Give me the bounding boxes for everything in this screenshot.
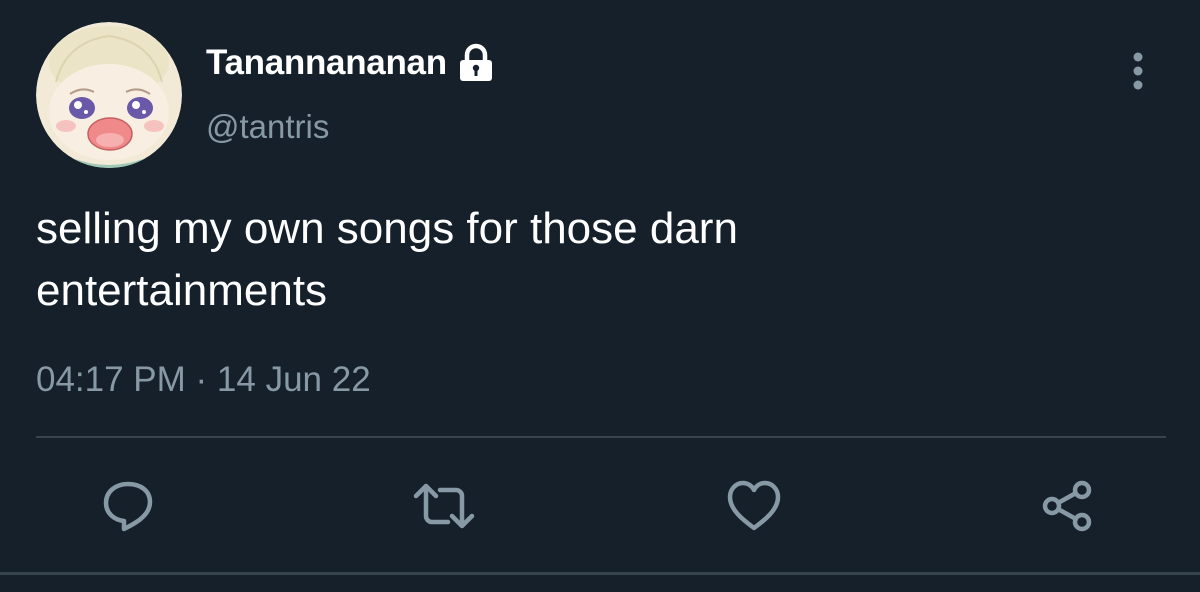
tweet-time: 04:17 PM	[36, 360, 186, 399]
tweet-date: 14 Jun 22	[216, 360, 371, 399]
tweet-text: selling my own songs for those darn ente…	[36, 198, 1156, 322]
lock-icon	[457, 43, 495, 83]
share-icon	[1042, 480, 1092, 532]
more-vertical-icon[interactable]	[1120, 48, 1156, 94]
user-handle[interactable]: @tantris	[206, 108, 329, 146]
share-button[interactable]	[1040, 478, 1096, 534]
retweet-button[interactable]	[412, 478, 475, 534]
like-button[interactable]	[726, 478, 782, 534]
retweet-icon	[413, 483, 475, 529]
reply-icon	[103, 481, 153, 532]
heart-icon	[727, 480, 781, 531]
avatar[interactable]	[36, 22, 182, 168]
reply-button[interactable]	[100, 478, 156, 534]
display-name[interactable]: Tanannananan	[206, 43, 447, 83]
tweet-card: Tanannananan @tantris selling my own son…	[0, 0, 1200, 592]
timestamp[interactable]: 04:17 PM · 14 Jun 22	[36, 360, 371, 400]
bottom-divider	[0, 572, 1200, 575]
display-name-row[interactable]: Tanannananan	[206, 40, 495, 86]
divider	[36, 436, 1166, 438]
tweet-text-line: entertainments	[36, 266, 328, 315]
tweet-text-line: selling my own songs for those darn	[36, 204, 738, 253]
timestamp-separator: ·	[185, 360, 217, 399]
